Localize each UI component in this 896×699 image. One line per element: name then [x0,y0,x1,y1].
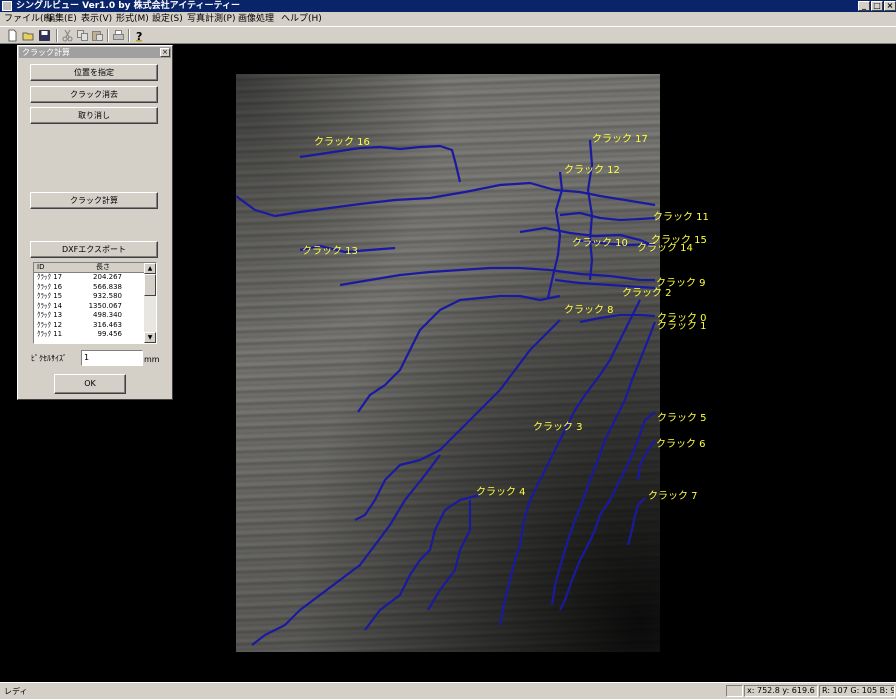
crack-line-9[interactable] [554,278,656,290]
calculate-crack-button[interactable]: クラック計算 [30,192,158,209]
list-scrollbar[interactable]: ▲ ▼ [144,263,156,343]
pixel-size-input[interactable]: 1 [81,350,143,366]
crack-line-0[interactable] [579,313,656,324]
scroll-down-arrow-icon[interactable]: ▼ [144,332,156,343]
crack-line-3[interactable] [354,319,561,521]
crack-line-11[interactable] [559,211,656,222]
crack-label: クラック 14 [637,242,693,254]
crack-line-16[interactable] [299,144,462,183]
list-item[interactable]: ｸﾗｯｸ 13 498.340 [34,311,144,320]
list-item[interactable]: ｸﾗｯｸ 17 204.267 [34,273,144,282]
crack-label: クラック 1 [657,320,707,332]
crack-line-17[interactable] [586,139,594,281]
crack-label: クラック 7 [648,490,698,502]
crack-line-7[interactable] [626,497,646,546]
delete-crack-button[interactable]: クラック消去 [30,86,158,103]
crack-calc-panel: クラック計算 × 位置を指定 クラック消去 取り消し クラック計算 DXFエクス… [17,45,173,400]
crack-line-6[interactable] [636,439,656,481]
status-bar: レディ x: 752.8 y: 619.6 R: 107 G: 105 B: 9… [0,682,896,699]
crack-label: クラック 13 [302,245,358,257]
crack-label: クラック 12 [564,164,620,176]
status-ready: レディ [4,687,28,696]
set-position-button[interactable]: 位置を指定 [30,64,158,81]
crack-label: クラック 10 [572,237,628,249]
panel-title: クラック計算 [19,47,171,58]
crack-label: クラック 8 [564,304,614,316]
list-item[interactable]: ｸﾗｯｸ 11 99.456 [34,330,144,339]
crack-line-2[interactable] [498,299,641,626]
crack-line-4[interactable] [364,493,481,631]
crack-line-8[interactable] [357,294,561,413]
status-pane-empty [726,685,743,697]
crack-label: クラック 3 [533,421,583,433]
ok-button[interactable]: OK [54,374,126,394]
scroll-up-arrow-icon[interactable]: ▲ [144,263,156,274]
dxf-export-button[interactable]: DXFエクスポート [30,241,158,258]
list-item[interactable]: ｸﾗｯｸ 16 566.838 [34,283,144,292]
status-coords: x: 752.8 y: 619.6 [744,685,818,697]
crack-label: クラック 4 [476,486,526,498]
crack-line-3b[interactable] [251,454,441,646]
column-header-length[interactable]: 長さ [84,263,122,272]
crack-label: クラック 11 [653,211,709,223]
crack-line-mid[interactable] [339,266,655,287]
column-header-id[interactable]: ID [37,263,44,272]
status-rgb: R: 107 G: 105 B: 98 [819,685,895,697]
list-header: ID 長さ [34,263,144,273]
scroll-thumb[interactable] [144,274,156,296]
undo-button[interactable]: 取り消し [30,107,158,124]
crack-line-4b[interactable] [427,500,472,611]
crack-label: クラック 17 [592,133,648,145]
panel-close-button[interactable]: × [160,48,170,57]
crack-line-5[interactable] [559,411,656,611]
list-item[interactable]: ｸﾗｯｸ 12 316.463 [34,321,144,330]
crack-length-list[interactable]: ID 長さ ｸﾗｯｸ 17 204.267 ｸﾗｯｸ 16 566.838 ｸﾗｯｸ… [33,262,157,344]
list-item[interactable]: ｸﾗｯｸ 14 1350.067 [34,302,144,311]
unit-label: mm [144,355,160,364]
list-item[interactable]: ｸﾗｯｸ 15 932.580 [34,292,144,301]
crack-label: クラック 16 [314,136,370,148]
crack-label: クラック 5 [657,412,707,424]
pixel-size-label: ﾋﾟｸｾﾙｻｲｽﾞ [31,354,67,363]
crack-line-1[interactable] [550,321,657,606]
crack-label: クラック 2 [622,287,672,299]
crack-label: クラック 6 [656,438,706,450]
